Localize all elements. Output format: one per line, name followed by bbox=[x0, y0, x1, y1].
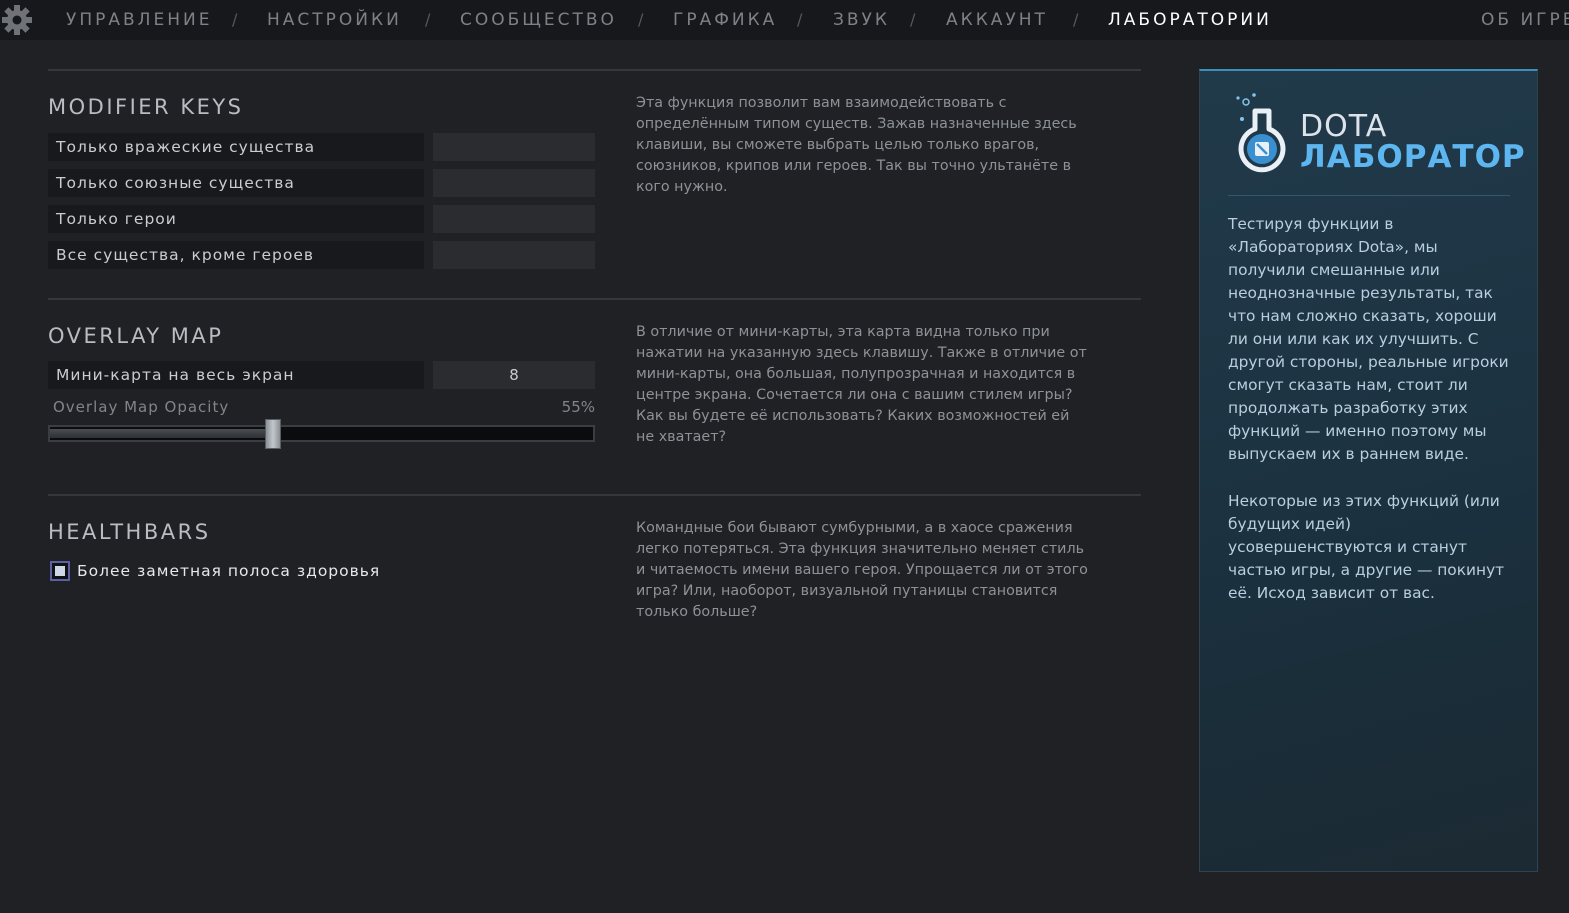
section-divider bbox=[48, 69, 1141, 71]
overlay-map-description: В отличие от мини-карты, эта карта видна… bbox=[636, 324, 1087, 445]
tab-about[interactable]: ОБ ИГРЕ bbox=[1481, 10, 1569, 30]
keybind-enemy-units[interactable] bbox=[433, 133, 595, 161]
nav-separator: / bbox=[1073, 10, 1079, 29]
keybind-allied-units[interactable] bbox=[433, 169, 595, 197]
nav-separator: / bbox=[797, 10, 803, 29]
opacity-slider[interactable] bbox=[48, 419, 595, 449]
tab-community[interactable]: СООБЩЕСТВО bbox=[460, 10, 617, 30]
healthbars-description: Командные бои бывают сумбурными, а в хао… bbox=[636, 520, 1088, 620]
keybind-overlay-map[interactable]: 8 bbox=[433, 361, 595, 389]
modifier-row-allied-units: Только союзные существа bbox=[48, 169, 424, 197]
lab-flask-icon bbox=[1236, 93, 1286, 173]
modifier-row-non-heroes: Все существа, кроме героев bbox=[48, 241, 424, 269]
keybind-non-heroes[interactable] bbox=[433, 241, 595, 269]
lab-logo-title-bottom: ЛАБОРАТОР bbox=[1300, 139, 1526, 175]
gear-icon[interactable] bbox=[0, 3, 34, 37]
healthbar-checkbox-label[interactable]: Более заметная полоса здоровья bbox=[77, 562, 380, 580]
nav-separator: / bbox=[425, 10, 431, 29]
keybind-heroes[interactable] bbox=[433, 205, 595, 233]
tab-controls[interactable]: УПРАВЛЕНИЕ bbox=[66, 10, 212, 30]
section-title-healthbars: HEALTHBARS bbox=[48, 520, 211, 544]
opacity-slider-fill bbox=[50, 429, 273, 438]
tab-account[interactable]: АККАУНТ bbox=[946, 10, 1048, 30]
tab-graphics[interactable]: ГРАФИКА bbox=[673, 10, 777, 30]
tab-labs[interactable]: ЛАБОРАТОРИИ bbox=[1108, 10, 1272, 30]
top-nav-bar: УПРАВЛЕНИЕ / НАСТРОЙКИ / СООБЩЕСТВО / ГР… bbox=[0, 0, 1569, 40]
lab-panel-divider bbox=[1228, 195, 1510, 196]
modifier-row-enemy-units: Только вражеские существа bbox=[48, 133, 424, 161]
nav-separator: / bbox=[910, 10, 916, 29]
healthbar-checkbox[interactable] bbox=[50, 561, 70, 581]
nav-separator: / bbox=[638, 10, 644, 29]
opacity-slider-label: Overlay Map Opacity bbox=[53, 398, 230, 416]
lab-panel-paragraph-1: Тестируя функции в «Лабораториях Dota», … bbox=[1228, 215, 1509, 463]
opacity-slider-value: 55% bbox=[561, 398, 595, 416]
nav-separator: / bbox=[232, 10, 238, 29]
checkbox-check-mark bbox=[55, 566, 65, 576]
dota-labs-panel: DOTA ЛАБОРАТОР Тестируя функции в «Лабор… bbox=[1199, 69, 1538, 872]
section-title-modifier-keys: MODIFIER KEYS bbox=[48, 95, 244, 119]
section-divider bbox=[48, 494, 1141, 496]
lab-panel-paragraph-2: Некоторые из этих функций (или будущих и… bbox=[1228, 492, 1505, 602]
modifier-row-heroes: Только герои bbox=[48, 205, 424, 233]
modifier-keys-description: Эта функция позволит вам взаимодействова… bbox=[636, 95, 1077, 195]
overlay-map-row: Мини-карта на весь экран bbox=[48, 361, 424, 389]
section-divider bbox=[48, 298, 1141, 300]
tab-settings[interactable]: НАСТРОЙКИ bbox=[267, 10, 402, 30]
tab-sound[interactable]: ЗВУК bbox=[833, 10, 890, 30]
opacity-slider-handle[interactable] bbox=[265, 419, 281, 449]
section-title-overlay-map: OVERLAY MAP bbox=[48, 324, 224, 348]
